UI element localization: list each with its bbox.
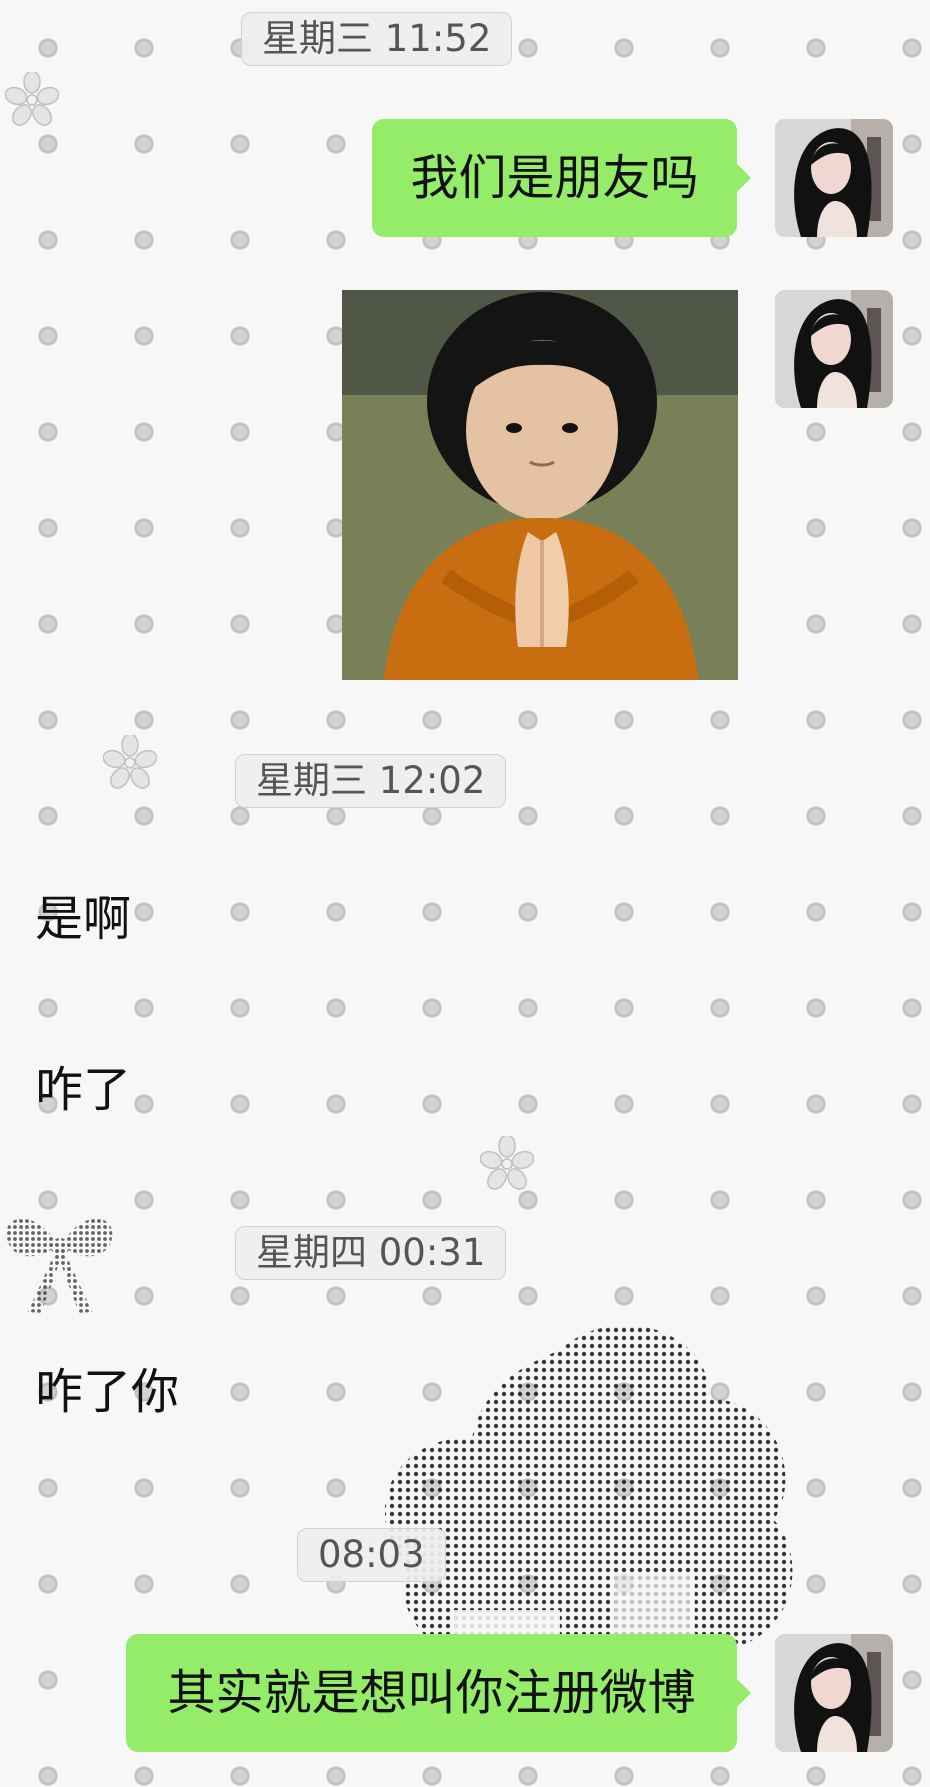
praying-child-sticker	[342, 290, 738, 680]
flower-decoration-icon	[103, 735, 157, 789]
user-avatar-icon	[775, 1634, 893, 1752]
incoming-message[interactable]: 是啊	[35, 888, 131, 950]
outgoing-message-bubble[interactable]: 我们是朋友吗	[372, 119, 751, 237]
timestamp: 08:03	[297, 1528, 446, 1582]
user-avatar-icon	[775, 119, 893, 237]
avatar[interactable]	[775, 1634, 893, 1752]
incoming-message[interactable]: 咋了	[35, 1059, 131, 1121]
flower-decoration-icon	[480, 1136, 534, 1190]
outgoing-message-bubble[interactable]: 其实就是想叫你注册微博	[126, 1634, 751, 1752]
avatar[interactable]	[775, 119, 893, 237]
timestamp: 星期三 11:52	[241, 12, 513, 66]
incoming-message[interactable]: 咋了你	[35, 1361, 179, 1423]
flower-decoration-icon	[5, 72, 59, 126]
bow-decoration-icon	[6, 1218, 113, 1313]
user-avatar-icon	[775, 290, 893, 408]
avatar[interactable]	[775, 290, 893, 408]
sticker-image[interactable]	[342, 290, 738, 680]
timestamp: 星期四 00:31	[235, 1226, 507, 1280]
timestamp: 星期三 12:02	[235, 754, 507, 808]
